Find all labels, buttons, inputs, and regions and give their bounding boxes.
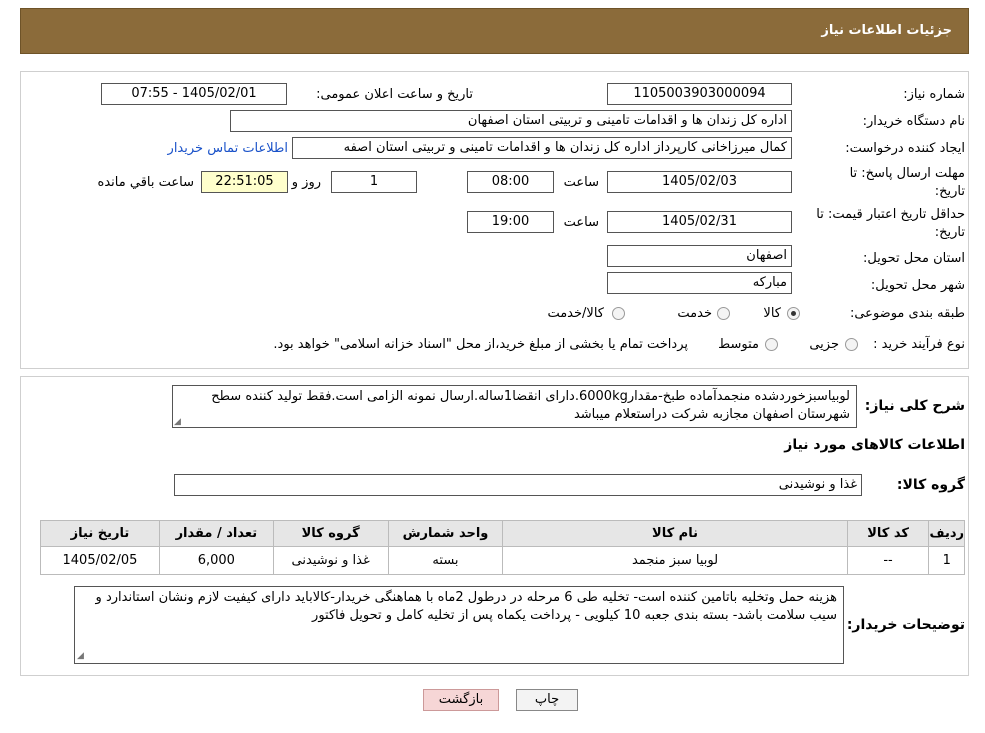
cell-quantity: 6,000 [158, 546, 274, 575]
buyer-notes-textarea[interactable]: هزینه حمل وتخلیه باتامین کننده است- تخلی… [74, 586, 844, 664]
buyer-notes-text: هزینه حمل وتخلیه باتامین کننده است- تخلی… [95, 590, 837, 623]
category-label: طبقه بندی موضوعی: [849, 306, 965, 321]
category-radio-goods-service[interactable] [612, 307, 625, 320]
page-title: جزئیات اطلاعات نیاز [821, 23, 952, 38]
cell-item-name: لوبیا سبز منجمد [502, 546, 848, 575]
col-group: گروه کالا [272, 520, 389, 547]
delivery-city-field: مبارکه [607, 272, 792, 294]
reply-deadline-label-2: تاریخ: [934, 184, 965, 199]
buyer-org-field: اداره کل زندان ها و اقدامات تامینی و ترب… [230, 110, 792, 132]
buyer-contact-link[interactable]: اطلاعات تماس خریدار [168, 141, 288, 156]
resize-handle-icon[interactable]: ◢ [77, 652, 85, 661]
price-validity-label: حداقل تاریخ اعتبار قیمت: تا [816, 207, 965, 222]
col-need-date: تاریخ نیاز [40, 520, 160, 547]
page-header: جزئیات اطلاعات نیاز [20, 8, 969, 54]
description-text: لوبیاسبزخوردشده منجمدآماده طبخ-مقدار6000… [211, 389, 850, 422]
reply-days-field: 1 [331, 171, 417, 193]
back-button[interactable]: بازگشت [423, 689, 499, 711]
cell-need-date: 1405/02/05 [40, 546, 160, 575]
col-quantity: تعداد / مقدار [158, 520, 274, 547]
description-textarea[interactable]: لوبیاسبزخوردشده منجمدآماده طبخ-مقدار6000… [172, 385, 857, 428]
cell-item-code: -- [846, 546, 930, 575]
items-table: ردیف کد کالا نام کالا واحد شمارش گروه کا… [40, 520, 965, 575]
category-option-goods: کالا [763, 306, 781, 321]
cell-row-number: 1 [928, 546, 965, 575]
delivery-city-label: شهر محل تحویل: [870, 278, 965, 293]
cell-unit: بسته [387, 546, 504, 575]
purchase-type-note: پرداخت تمام یا بخشی از مبلغ خرید،از محل … [273, 337, 688, 352]
delivery-province-label: استان محل تحویل: [863, 251, 965, 266]
announce-datetime-field: 1405/02/01 - 07:55 [101, 83, 287, 105]
goods-group-label: گروه کالا: [896, 477, 965, 493]
category-option-service: خدمت [677, 306, 712, 321]
price-validity-date-field: 1405/02/31 [607, 211, 792, 233]
col-item-name: نام کالا [502, 520, 848, 547]
resize-handle-icon[interactable]: ◢ [174, 418, 182, 427]
need-number-field: 1105003903000094 [607, 83, 792, 105]
reply-days-label: روز و [291, 175, 321, 190]
goods-group-field: غذا و نوشیدنی [174, 474, 862, 496]
col-row-number: ردیف [928, 520, 965, 547]
purchase-option-medium: متوسط [718, 337, 759, 352]
remaining-time-label: ساعت باقي مانده [97, 175, 194, 190]
delivery-province-field: اصفهان [607, 245, 792, 267]
reply-deadline-label: مهلت ارسال پاسخ: تا [849, 166, 965, 181]
purchase-type-label: نوع فرآیند خرید : [873, 337, 965, 352]
announce-datetime-label: تاریخ و ساعت اعلان عمومی: [316, 87, 473, 102]
requester-label: ایجاد کننده درخواست: [845, 141, 965, 156]
col-unit: واحد شمارش [387, 520, 504, 547]
table-header-row: ردیف کد کالا نام کالا واحد شمارش گروه کا… [40, 520, 965, 547]
price-validity-label-2: تاریخ: [934, 225, 965, 240]
reply-deadline-date-field: 1405/02/03 [607, 171, 792, 193]
category-radio-goods[interactable] [787, 307, 800, 320]
table-row[interactable]: 1 -- لوبیا سبز منجمد بسته غذا و نوشیدنی … [40, 546, 965, 575]
price-validity-time-label: ساعت [563, 215, 599, 230]
reply-deadline-time-label: ساعت [563, 175, 599, 190]
category-radio-service[interactable] [717, 307, 730, 320]
purchase-option-minor: جزیی [809, 337, 839, 352]
reply-deadline-time-field: 08:00 [467, 171, 554, 193]
price-validity-time-field: 19:00 [467, 211, 554, 233]
purchase-radio-minor[interactable] [845, 338, 858, 351]
buyer-org-label: نام دستگاه خریدار: [862, 114, 965, 129]
print-button[interactable]: چاپ [516, 689, 578, 711]
goods-info-title: اطلاعات کالاهای مورد نیاز [784, 437, 965, 453]
cell-group: غذا و نوشیدنی [272, 546, 389, 575]
col-item-code: کد کالا [846, 520, 930, 547]
buyer-notes-label: توضیحات خریدار: [846, 617, 965, 633]
requester-field: کمال میرزاخانی کارپرداز اداره کل زندان ه… [292, 137, 792, 159]
remaining-time-field: 22:51:05 [201, 171, 288, 193]
purchase-radio-medium[interactable] [765, 338, 778, 351]
description-label: شرح کلی نیاز: [864, 398, 965, 414]
category-option-goods-service: کالا/خدمت [547, 306, 604, 321]
need-number-label: شماره نیاز: [903, 87, 965, 102]
